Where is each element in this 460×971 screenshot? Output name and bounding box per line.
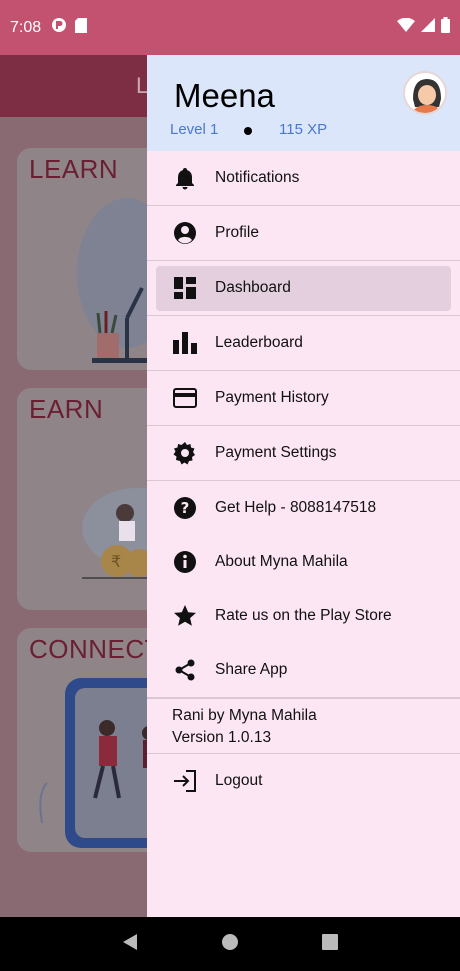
app-notification-icon — [51, 17, 67, 38]
credit-card-icon — [172, 385, 198, 411]
app-version: Version 1.0.13 — [172, 729, 272, 746]
recents-button[interactable] — [321, 933, 339, 956]
drawer-menu: Notifications Profile Dashboard Leaderbo… — [147, 151, 460, 698]
coins-illustration: ₹ — [82, 488, 147, 579]
bell-icon — [172, 165, 198, 191]
help-icon: ? — [172, 495, 198, 521]
menu-item-label: About Myna Mahila — [215, 553, 348, 570]
system-navigation-bar — [0, 917, 460, 971]
connect-card: CONNECT — [17, 628, 147, 852]
logout-label: Logout — [215, 772, 263, 789]
user-xp: 115 XP — [279, 121, 328, 138]
svg-text:₹: ₹ — [111, 552, 121, 571]
user-name: Meena — [174, 77, 275, 114]
sd-card-icon — [75, 17, 88, 38]
menu-item-label: Rate us on the Play Store — [215, 607, 392, 624]
back-icon — [123, 933, 137, 950]
menu-item-label: Payment Settings — [215, 444, 337, 461]
menu-item-leaderboard[interactable]: Leaderboard — [147, 316, 460, 371]
desk-lamp-icon — [92, 287, 147, 363]
menu-item-label: Dashboard — [215, 279, 291, 296]
menu-item-label: Get Help - 8088147518 — [215, 499, 377, 516]
menu-item-about[interactable]: About Myna Mahila — [147, 535, 460, 589]
wifi-icon — [397, 17, 415, 37]
menu-item-notifications[interactable]: Notifications — [147, 151, 460, 206]
background-app-bar: L — [0, 55, 147, 117]
menu-item-label: Notifications — [215, 169, 300, 186]
separator-dot — [244, 127, 252, 135]
home-icon — [222, 933, 238, 950]
dashboard-icon — [172, 275, 198, 301]
menu-item-get-help[interactable]: ? Get Help - 8088147518 — [147, 481, 460, 535]
share-icon — [172, 657, 198, 683]
connect-card-title: CONNECT — [29, 634, 147, 664]
menu-item-label: Profile — [215, 224, 259, 241]
signal-icon — [421, 18, 435, 37]
earn-card: EARN ₹ — [17, 388, 147, 610]
account-circle-icon — [172, 220, 198, 246]
info-icon — [172, 549, 198, 575]
menu-item-share-app[interactable]: Share App — [147, 643, 460, 698]
avatar[interactable] — [403, 71, 447, 115]
navigation-drawer: Meena Level 1 115 XP Notifications Profi… — [147, 55, 460, 917]
background-app-title: L — [136, 73, 147, 98]
learn-card-title: LEARN — [29, 154, 119, 184]
app-version-info: Rani by Myna Mahila Version 1.0.13 — [147, 698, 460, 754]
status-bar: 7:08 — [0, 0, 460, 55]
star-icon — [172, 603, 198, 629]
home-button[interactable] — [221, 933, 239, 956]
menu-item-label: Share App — [215, 661, 288, 678]
menu-item-label: Leaderboard — [215, 334, 303, 351]
recents-icon — [322, 933, 338, 950]
earn-card-title: EARN — [29, 394, 104, 424]
menu-item-profile[interactable]: Profile — [147, 206, 460, 261]
learn-card: LEARN — [17, 148, 147, 370]
app-name: Rani by Myna Mahila — [172, 707, 317, 724]
menu-item-rate-us[interactable]: Rate us on the Play Store — [147, 589, 460, 643]
drawer-header: Meena Level 1 115 XP — [147, 55, 460, 151]
status-time: 7:08 — [10, 18, 42, 36]
bar-chart-icon — [172, 330, 198, 356]
user-level: Level 1 — [170, 121, 219, 138]
background-app-scrim[interactable]: L LEARN EARN ₹ CONNECT — [0, 55, 147, 917]
logout-icon — [172, 768, 198, 794]
logout-button[interactable]: Logout — [147, 754, 460, 808]
menu-item-payment-history[interactable]: Payment History — [147, 371, 460, 426]
menu-item-payment-settings[interactable]: Payment Settings — [147, 426, 460, 481]
gear-icon — [172, 440, 198, 466]
svg-text:?: ? — [181, 499, 190, 517]
woman-avatar-icon — [405, 73, 445, 113]
back-button[interactable] — [121, 933, 139, 956]
phone-people-illustration — [39, 678, 147, 848]
menu-item-dashboard[interactable]: Dashboard — [147, 261, 460, 316]
menu-item-label: Payment History — [215, 389, 329, 406]
battery-icon — [441, 17, 450, 38]
